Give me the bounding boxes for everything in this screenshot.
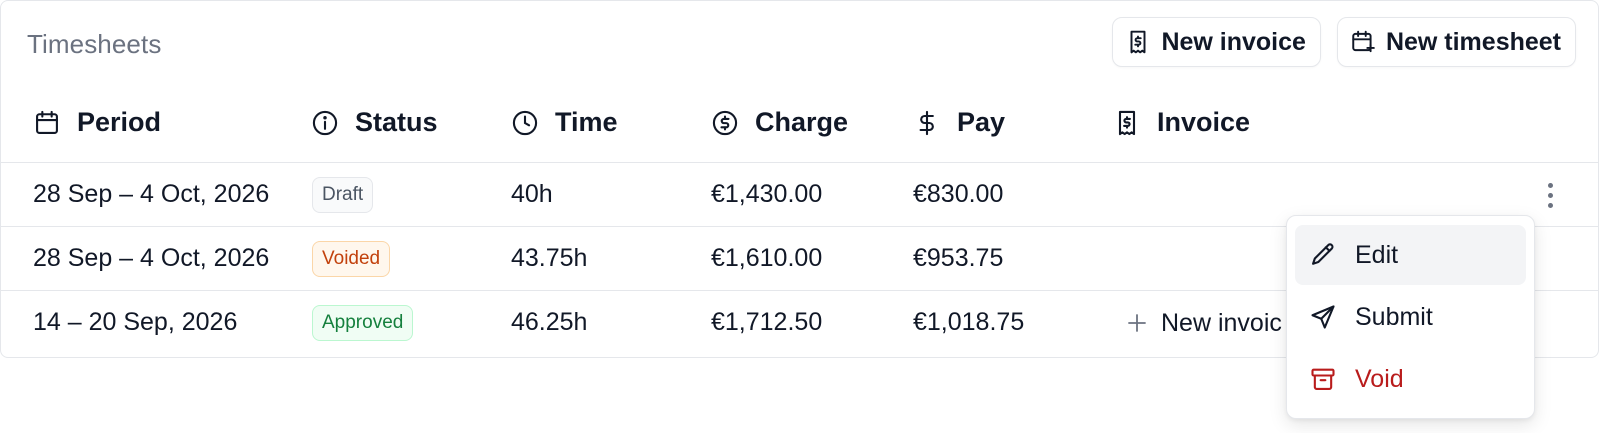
page-title: Timesheets [27, 29, 162, 59]
pay-cell: €1,018.75 [913, 308, 1025, 336]
column-label: Time [555, 107, 618, 137]
period-cell: 28 Sep – 4 Oct, 2026 [33, 244, 270, 272]
receipt-icon [1118, 110, 1136, 135]
charge-cell: €1,712.50 [711, 308, 823, 336]
new-timesheet-label: New timesheet [1385, 27, 1561, 56]
row-actions-menu: Edit Submit Void [1286, 215, 1535, 419]
column-header-charge[interactable]: Charge [711, 107, 848, 138]
column-label: Pay [957, 107, 1006, 137]
time-cell: 40h [511, 180, 553, 208]
column-header-invoice[interactable]: Invoice [1113, 107, 1250, 138]
menu-item-label: Void [1355, 364, 1404, 393]
column-label: Status [355, 107, 438, 137]
menu-item-label: Edit [1355, 240, 1399, 269]
new-timesheet-button[interactable]: New timesheet [1336, 17, 1576, 67]
new-invoice-button[interactable]: New invoice [1112, 17, 1321, 67]
menu-item-label: Submit [1355, 302, 1433, 331]
column-label: Period [77, 107, 162, 137]
column-label: Invoice [1157, 107, 1251, 137]
info-circle-icon [312, 110, 338, 135]
column-header-period[interactable]: Period [33, 107, 161, 138]
archive-icon [1311, 368, 1335, 390]
new-invoice-link-label: New invoic [1161, 308, 1282, 337]
pay-cell: €953.75 [913, 244, 1004, 272]
charge-cell: €1,430.00 [711, 180, 823, 208]
new-invoice-label: New invoice [1161, 27, 1306, 56]
row-actions-button[interactable] [1536, 177, 1564, 213]
pay-cell: €830.00 [913, 180, 1004, 208]
menu-item-submit[interactable]: Submit [1295, 287, 1526, 347]
column-label: Charge [755, 107, 849, 137]
new-invoice-link[interactable]: New invoic [1125, 305, 1282, 341]
period-cell: 14 – 20 Sep, 2026 [33, 308, 238, 336]
header-actions: New invoice New timesheet [1112, 17, 1576, 67]
status-badge: Draft [312, 177, 374, 213]
panel-header: Timesheets New invoice New timesheet [1, 1, 1598, 85]
period-cell: 28 Sep – 4 Oct, 2026 [33, 180, 270, 208]
calendar-icon [36, 110, 58, 134]
time-cell: 46.25h [511, 308, 588, 336]
status-badge: Voided [312, 241, 391, 277]
menu-item-void[interactable]: Void [1295, 349, 1526, 409]
plus-icon [1128, 314, 1146, 332]
dot [1547, 192, 1553, 198]
clock-icon [512, 110, 538, 135]
dot [1547, 182, 1553, 188]
time-cell: 43.75h [511, 244, 588, 272]
table-header: Period Status Time Charge Pay Invoice [1, 85, 1598, 163]
status-badge: Approved [312, 305, 414, 341]
pencil-icon [1312, 243, 1334, 265]
send-icon [1311, 305, 1335, 329]
column-header-pay[interactable]: Pay [913, 107, 1005, 138]
dollar-circle-icon [712, 110, 738, 135]
menu-item-edit[interactable]: Edit [1295, 225, 1526, 285]
charge-cell: €1,610.00 [711, 244, 823, 272]
calendar-plus-icon [1352, 30, 1375, 53]
column-header-time[interactable]: Time [511, 107, 618, 138]
column-header-status[interactable]: Status [311, 107, 438, 138]
dot [1547, 202, 1553, 208]
receipt-icon [1130, 30, 1146, 54]
dollar-sign-icon [919, 110, 934, 135]
